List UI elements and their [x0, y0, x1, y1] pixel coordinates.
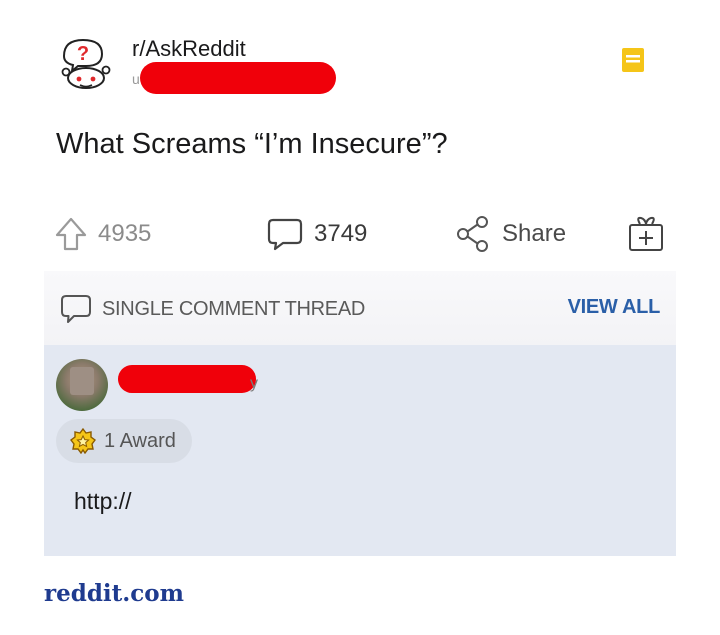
commenter-username-suffix[interactable]: y: [250, 375, 258, 393]
thread-label: SINGLE COMMENT THREAD: [102, 297, 365, 320]
thread-comment-icon: [61, 295, 91, 323]
share-icon: [457, 216, 488, 252]
comment-icon: [267, 218, 303, 251]
comments-button[interactable]: 3749: [266, 210, 367, 258]
subreddit-snoo-icon[interactable]: ?: [56, 34, 118, 96]
gift-award-icon: [629, 216, 663, 251]
view-all-button[interactable]: VIEW ALL: [568, 296, 661, 319]
redaction-author: [140, 62, 336, 94]
share-label: Share: [502, 220, 567, 247]
comment-text[interactable]: http://: [74, 488, 132, 515]
redaction-commenter: [118, 365, 256, 393]
svg-text:?: ?: [77, 43, 89, 65]
award-gift-button[interactable]: [626, 210, 666, 258]
author-username-prefix[interactable]: u: [132, 71, 140, 87]
award-chip[interactable]: 1 Award: [56, 419, 192, 463]
post-header: ? r/AskReddit u: [56, 34, 676, 98]
upvote-button[interactable]: 4935: [54, 210, 151, 258]
post-title[interactable]: What Screams “I’m Insecure”?: [56, 128, 448, 161]
thread-label-group: SINGLE COMMENT THREAD: [60, 293, 365, 325]
comment: y 1 Award http://: [44, 345, 676, 556]
post-action-bar: 4935 3749 Share: [54, 210, 674, 258]
subreddit-name[interactable]: r/AskReddit: [132, 36, 246, 62]
commenter-avatar[interactable]: [56, 359, 108, 411]
save-icon[interactable]: [622, 48, 644, 72]
comment-count: 3749: [314, 220, 368, 247]
single-comment-thread-bar: SINGLE COMMENT THREAD VIEW ALL: [44, 271, 676, 345]
upvote-count: 4935: [98, 220, 152, 247]
share-button[interactable]: Share: [454, 210, 566, 258]
award-badge-icon: [70, 428, 96, 454]
award-label: 1 Award: [104, 429, 176, 452]
source-watermark: reddit.com: [44, 580, 184, 607]
upvote-icon: [55, 217, 87, 251]
